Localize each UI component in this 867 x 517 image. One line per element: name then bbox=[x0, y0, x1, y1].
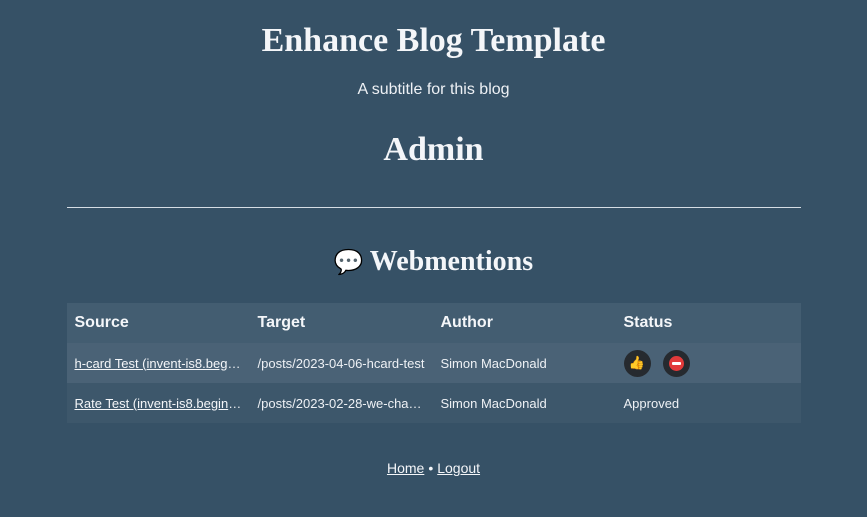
webmentions-heading: 💬 Webmentions bbox=[67, 245, 801, 279]
target-cell: /posts/2023-04-06-hcard-test bbox=[249, 343, 433, 383]
author-cell: Simon MacDonald bbox=[432, 383, 616, 423]
source-cell: h-card Test (invent-is8.begin.app) bbox=[66, 343, 250, 383]
column-header-source: Source bbox=[66, 303, 250, 343]
table-header-row: Source Target Author Status bbox=[66, 303, 801, 343]
column-header-author: Author bbox=[432, 303, 616, 343]
home-link[interactable]: Home bbox=[387, 460, 424, 476]
column-header-target: Target bbox=[249, 303, 433, 343]
speech-bubble-icon: 💬 bbox=[333, 248, 364, 276]
thumbs-up-icon: 👍 bbox=[628, 355, 646, 371]
source-link[interactable]: h-card Test (invent-is8.begin.app) bbox=[75, 356, 250, 371]
reject-button[interactable] bbox=[662, 349, 690, 377]
page-title: Admin bbox=[383, 131, 484, 168]
table-row: h-card Test (invent-is8.begin.app) /post… bbox=[66, 343, 801, 383]
no-entry-icon bbox=[668, 355, 684, 371]
source-cell: Rate Test (invent-is8.begin.app) bbox=[66, 383, 250, 423]
webmentions-table: Source Target Author Status h-card Test … bbox=[66, 303, 801, 423]
footer-separator: • bbox=[428, 460, 434, 476]
approve-button[interactable]: 👍 bbox=[623, 349, 651, 377]
source-link[interactable]: Rate Test (invent-is8.begin.app) bbox=[75, 396, 250, 411]
status-cell: 👍 bbox=[615, 343, 801, 383]
logout-link[interactable]: Logout bbox=[437, 460, 480, 476]
webmentions-heading-text: Webmentions bbox=[369, 246, 534, 277]
table-row: Rate Test (invent-is8.begin.app) /posts/… bbox=[66, 383, 801, 423]
divider bbox=[66, 207, 801, 208]
footer-nav: Home • Logout bbox=[67, 460, 801, 476]
author-cell: Simon MacDonald bbox=[432, 343, 616, 383]
column-header-status: Status bbox=[615, 303, 801, 343]
page-container: Enhance Blog Template A subtitle for thi… bbox=[66, 0, 801, 476]
site-subtitle: A subtitle for this blog bbox=[357, 81, 510, 98]
target-cell: /posts/2023-02-28-we-changed-the-rate bbox=[249, 383, 433, 423]
site-title: Enhance Blog Template bbox=[261, 22, 606, 59]
status-cell: Approved bbox=[615, 383, 801, 423]
